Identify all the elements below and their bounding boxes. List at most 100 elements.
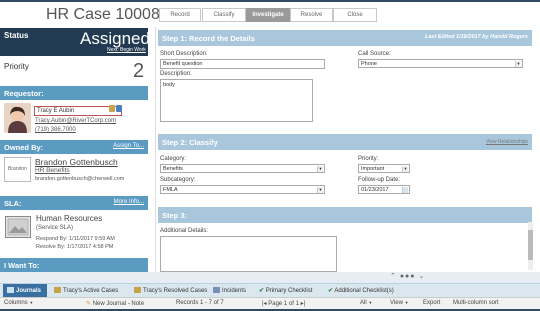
sla-image-icon xyxy=(5,216,31,238)
priority-value: 2 xyxy=(133,60,145,82)
step2-header: Step 2: Classify View Relationships xyxy=(158,134,532,150)
followup-date-value: 01/23/2017 xyxy=(361,187,389,193)
tab-resolved-cases-label: Tracy's Resolved Cases xyxy=(143,288,208,294)
chevron-down-icon: ▼ xyxy=(317,166,323,172)
columns-dropdown[interactable]: Columns ▼ xyxy=(4,300,33,306)
subcategory-select[interactable]: FMLA ▼ xyxy=(160,185,325,194)
tab-active-cases-label: Tracy's Active Cases xyxy=(63,288,119,294)
columns-label: Columns xyxy=(4,300,28,306)
priority-label: Priority xyxy=(4,62,29,71)
subcategory-value: FMLA xyxy=(163,187,178,193)
tab-active-cases[interactable]: Tracy's Active Cases xyxy=(50,284,122,297)
description-textarea[interactable]: body xyxy=(160,79,313,122)
step1-header: Step 1: Record the Details Last Edited 1… xyxy=(158,30,532,46)
view-relationships-link[interactable]: View Relationships xyxy=(486,139,528,145)
resolve-button[interactable]: Resolve xyxy=(290,8,333,22)
category-select[interactable]: Benefits ▼ xyxy=(160,164,325,173)
pane-collapse-controls[interactable]: ⌃ ●●● ⌄ xyxy=(390,272,425,280)
journal-icon xyxy=(7,287,14,293)
step2-priority-select[interactable]: Important ▼ xyxy=(358,164,410,173)
checkmark-icon: ✔ xyxy=(328,288,334,294)
sla-resolve-by: Resolve By: 1/17/2017 4:58 PM xyxy=(36,244,114,250)
assign-to-link[interactable]: Assign To... xyxy=(113,143,144,149)
tab-resolved-cases[interactable]: Tracy's Resolved Cases xyxy=(130,284,211,297)
owner-team[interactable]: HR Benefits xyxy=(35,167,70,174)
classify-button[interactable]: Classify xyxy=(202,8,246,22)
calendar-icon[interactable] xyxy=(402,187,408,193)
chevron-down-icon: ▼ xyxy=(404,300,409,305)
requestor-phone[interactable]: (719) 386.7000 xyxy=(35,127,76,133)
person-photo-icon xyxy=(4,103,31,133)
call-source-value: Phone xyxy=(361,61,377,67)
new-journal-label: New Journal - Note xyxy=(92,301,145,307)
sla-type: (Service SLA) xyxy=(36,225,74,231)
sla-header-label: SLA: xyxy=(4,199,22,208)
tab-primary-checklist[interactable]: ✔ Primary Checklist xyxy=(255,284,316,297)
pager[interactable]: |◂ Page 1 of 1 ▸| xyxy=(262,300,305,307)
filter-all-dropdown[interactable]: All ▼ xyxy=(360,300,372,306)
new-note-icon: ✎ xyxy=(86,301,92,307)
scrollbar-thumb[interactable] xyxy=(528,230,533,260)
tab-additional-checklists[interactable]: ✔ Additional Checklist(s) xyxy=(324,284,398,297)
owner-header-label: Owned By: xyxy=(4,143,44,152)
step3-header: Step 3: xyxy=(158,207,532,223)
investigate-button[interactable]: Investigate xyxy=(246,8,290,22)
cases-icon xyxy=(54,287,61,293)
checkmark-icon: ✔ xyxy=(259,288,265,294)
pane-resize-bar[interactable] xyxy=(0,272,540,283)
case-title: HR Case 100085 xyxy=(46,6,169,23)
requestor-header-label: Requestor: xyxy=(4,89,44,98)
status-value: Assigned xyxy=(80,29,150,48)
tab-journals[interactable]: Journals xyxy=(3,284,47,297)
owner-header: Owned By: Assign To... xyxy=(0,140,148,154)
category-value: Benefits xyxy=(163,166,183,172)
next-work-link[interactable]: Next: Begin Work xyxy=(107,47,146,53)
step3-title: Step 3: xyxy=(162,211,188,220)
owner-name[interactable]: Brandon Gottenbusch xyxy=(35,157,118,167)
more-dots-icon[interactable]: ●●● xyxy=(400,273,416,280)
last-edited: Last Edited 1/18/2017 by Harold Rogers xyxy=(424,34,528,40)
additional-details-label: Additional Details: xyxy=(160,228,209,234)
tab-additional-checklists-label: Additional Checklist(s) xyxy=(334,288,394,294)
step2-priority-value: Important xyxy=(361,166,385,172)
requestor-header: Requestor: xyxy=(0,86,148,100)
cases-icon xyxy=(134,287,141,293)
sla-more-info-link[interactable]: More Info... xyxy=(114,199,144,205)
chevron-down-icon: ▼ xyxy=(29,300,34,305)
sla-name: Human Resources xyxy=(36,214,103,223)
last-page-icon[interactable]: ▸| xyxy=(301,301,306,307)
short-description-input[interactable]: Benefit question xyxy=(160,59,325,69)
followup-date-label: Follow-up Date: xyxy=(358,177,401,183)
tab-incidents-label: Incidents xyxy=(222,288,247,294)
chevron-down-icon: ▼ xyxy=(317,187,323,193)
picture-icon xyxy=(7,218,29,236)
followup-date-input[interactable]: 01/23/2017 xyxy=(358,185,410,194)
view-dropdown[interactable]: View ▼ xyxy=(390,300,409,306)
collapse-up-icon[interactable]: ⌃ xyxy=(390,273,397,280)
tab-primary-checklist-label: Primary Checklist xyxy=(265,288,313,294)
new-journal-button[interactable]: ✎ New Journal - Note xyxy=(86,300,144,307)
requestor-lookup-icon[interactable] xyxy=(109,105,115,112)
requestor-avatar xyxy=(4,103,31,133)
call-source-select[interactable]: Phone ▼ xyxy=(358,59,523,68)
close-button[interactable]: Close xyxy=(333,8,377,22)
requestor-card-icon[interactable] xyxy=(116,105,122,112)
chevron-down-icon: ▼ xyxy=(402,166,408,172)
additional-details-textarea[interactable] xyxy=(160,236,337,272)
collapse-down-icon[interactable]: ⌄ xyxy=(418,273,425,280)
step2-title: Step 2: Classify xyxy=(162,138,218,147)
step2-priority-label: Priority: xyxy=(358,156,379,162)
requestor-email[interactable]: Tracy.Aubin@RiverTCorp.com xyxy=(35,118,116,124)
record-button[interactable]: Record xyxy=(159,8,201,22)
tab-incidents[interactable]: Incidents xyxy=(209,284,250,297)
export-button[interactable]: Export xyxy=(423,300,440,306)
owner-image: Brandon xyxy=(4,157,31,182)
multi-column-sort-button[interactable]: Multi-column sort xyxy=(453,300,499,306)
first-page-icon[interactable]: |◂ xyxy=(262,301,267,307)
owner-email: brandon.gottenbusch@cherwell.com xyxy=(35,176,125,182)
description-label: Description: xyxy=(160,71,192,77)
category-label: Category: xyxy=(160,156,187,162)
step1-title: Step 1: Record the Details xyxy=(162,34,255,43)
sla-header: SLA: More Info... xyxy=(0,196,148,210)
chevron-down-icon: ▼ xyxy=(515,61,521,67)
